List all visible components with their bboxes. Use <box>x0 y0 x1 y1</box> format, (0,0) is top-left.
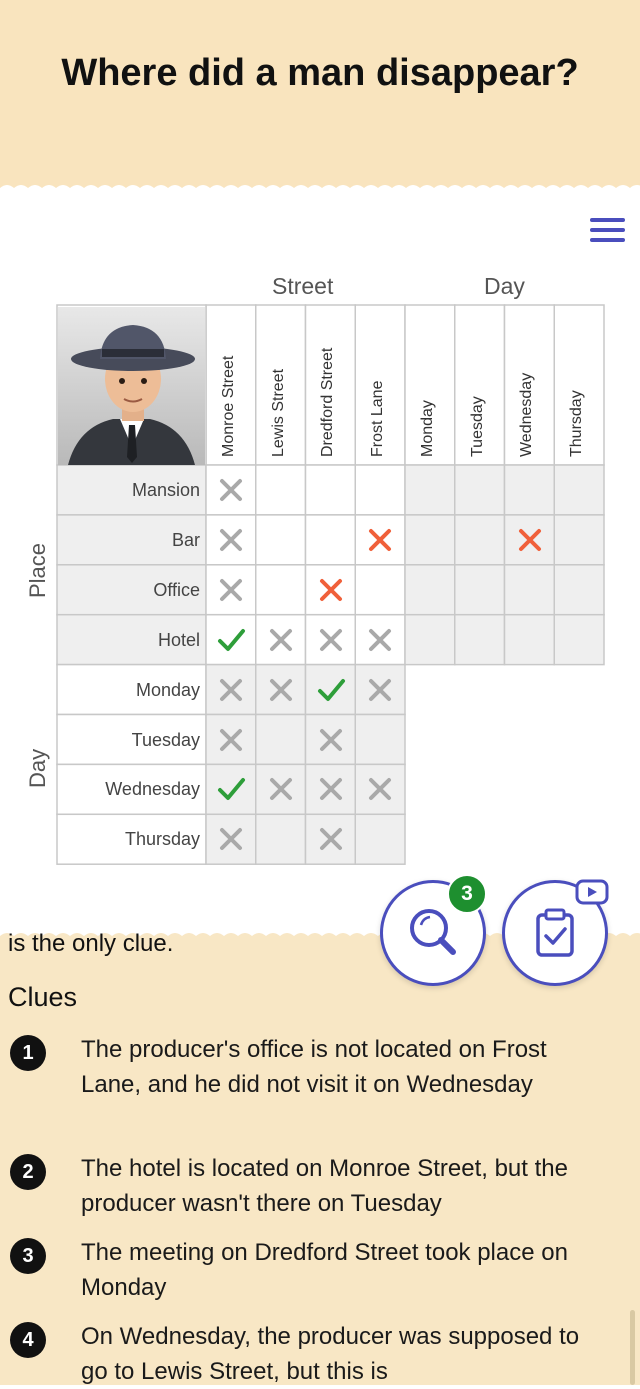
gray-cross-icon[interactable] <box>306 715 356 765</box>
grid-cell <box>255 514 307 566</box>
row-label: Hotel <box>157 629 200 650</box>
row-label: Monday <box>135 679 200 700</box>
grid-cell <box>503 464 555 516</box>
grid-cell <box>454 514 506 566</box>
grid-cell <box>404 514 456 566</box>
detective-portrait <box>58 307 205 465</box>
grid-cell <box>553 613 605 666</box>
row-label: Wednesday <box>105 779 200 800</box>
gray-cross-icon[interactable] <box>355 764 405 814</box>
grid-cell <box>255 464 307 516</box>
clue-partial-text: is the only clue. <box>8 930 174 957</box>
gray-cross-icon[interactable] <box>206 814 256 864</box>
clue-text: On Wednesday, the producer was supposed … <box>81 1323 580 1385</box>
row-label: Tuesday <box>131 729 200 750</box>
grid-cell <box>553 564 605 616</box>
row-label: Thursday <box>124 829 200 850</box>
row-label: Bar <box>171 529 200 550</box>
clue-number: 3 <box>10 1238 46 1274</box>
column-label: Wednesday <box>518 372 536 457</box>
grid-cell <box>553 514 605 566</box>
clue-text: The hotel is located on Monroe Street, b… <box>81 1155 568 1217</box>
clue-text: The meeting on Dredford Street took plac… <box>81 1239 568 1301</box>
gray-cross-icon[interactable] <box>256 665 306 715</box>
gray-cross-icon[interactable] <box>355 665 405 715</box>
grid-cell <box>304 514 356 566</box>
grid-cell <box>454 464 506 516</box>
grid-cell <box>255 813 307 865</box>
gray-cross-icon[interactable] <box>206 465 256 515</box>
red-cross-icon[interactable] <box>505 515 555 565</box>
gray-cross-icon[interactable] <box>306 814 356 864</box>
gray-cross-icon[interactable] <box>256 615 306 665</box>
gray-cross-icon[interactable] <box>355 615 405 665</box>
gray-cross-icon[interactable] <box>256 764 306 814</box>
gray-cross-icon[interactable] <box>206 565 256 615</box>
grid-cell <box>404 564 456 616</box>
title-banner: Where did a man disappear? <box>0 0 640 196</box>
grid-cell <box>255 564 307 616</box>
row-label: Mansion <box>131 480 200 500</box>
clue-text: The producer's office is not located on … <box>81 1036 547 1098</box>
column-label: Lewis Street <box>269 368 287 457</box>
gray-cross-icon[interactable] <box>206 515 256 565</box>
column-label: Monday <box>418 400 436 457</box>
hint-count-badge: 3 <box>447 874 487 914</box>
grid-cell <box>354 564 406 616</box>
grid-cell <box>354 813 406 865</box>
column-label: Tuesday <box>468 396 486 457</box>
grid-cell <box>354 713 406 766</box>
banner-wave-edge <box>0 185 640 196</box>
gray-cross-icon[interactable] <box>306 615 356 665</box>
gray-cross-icon[interactable] <box>306 764 356 814</box>
check-mark-icon[interactable] <box>206 615 256 665</box>
grid-cell <box>503 564 555 616</box>
page-title: Where did a man disappear? <box>61 52 579 94</box>
red-cross-icon[interactable] <box>306 565 356 615</box>
grid-cell <box>255 713 307 766</box>
check-mark-icon[interactable] <box>206 764 256 814</box>
clue-number: 4 <box>10 1322 46 1358</box>
clue-number: 1 <box>10 1035 46 1071</box>
row-label: Office <box>153 579 200 600</box>
grid-cell <box>404 464 456 516</box>
grid-cell <box>454 613 506 666</box>
gray-cross-icon[interactable] <box>206 715 256 765</box>
clue-number: 2 <box>10 1154 46 1190</box>
grid-cell <box>304 464 356 516</box>
column-label: Frost Lane <box>369 380 387 457</box>
column-label: Dredford Street <box>319 347 337 457</box>
grid-cell <box>454 564 506 616</box>
grid-cell <box>503 613 555 666</box>
gray-cross-icon[interactable] <box>206 665 256 715</box>
red-cross-icon[interactable] <box>355 515 405 565</box>
grid-cell <box>404 613 456 666</box>
column-label: Monroe Street <box>219 355 237 457</box>
column-label: Thursday <box>568 390 586 457</box>
scrollbar[interactable] <box>630 1310 635 1385</box>
grid-cell <box>354 464 406 516</box>
menu-icon[interactable] <box>590 218 630 248</box>
check-mark-icon[interactable] <box>306 665 356 715</box>
grid-cell <box>553 464 605 516</box>
clues-heading: Clues <box>8 982 78 1012</box>
video-play-icon <box>575 879 609 905</box>
